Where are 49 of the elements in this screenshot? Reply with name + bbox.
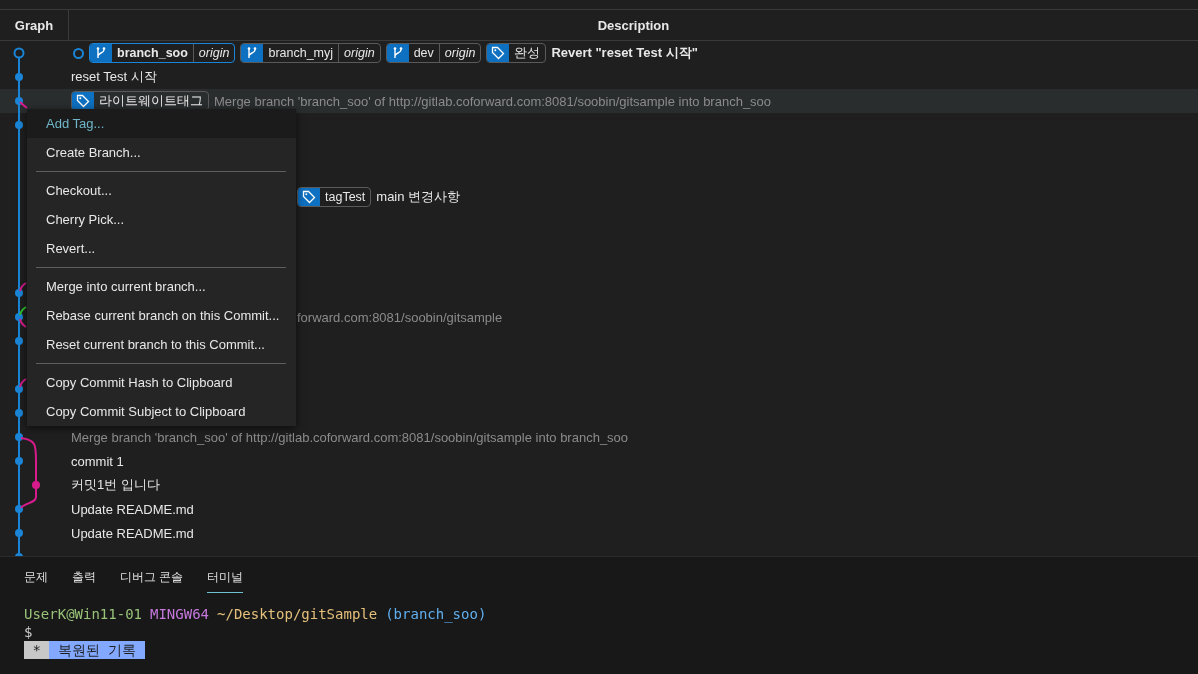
menu-item[interactable]: Merge into current branch... [27,272,296,301]
commit-message: Update README.md [71,525,194,541]
terminal-text: $ [24,623,33,641]
commit-message: Merge branch 'branch_soo' of http://gitlab.coforward.com:8081/soobin/gitsample into branch_soo [71,429,629,445]
branch-icon [94,46,108,60]
menu-item[interactable]: Create Branch... [27,138,296,167]
menu-item[interactable]: Revert... [27,234,296,263]
ref-label[interactable]: branch_myj origin [240,43,381,63]
terminal-text: ~/Desktop/gitSample [217,605,378,623]
terminal-text: 복원된 기록 [49,641,145,659]
branch-line [19,282,27,292]
ref-label[interactable]: 완성 [486,43,547,63]
ref-label[interactable]: tagTest [297,187,372,207]
commit-message: Revert "reset Test 시작" [551,44,698,62]
menu-item[interactable]: Rebase current branch on this Commit... [27,301,296,330]
terminal-text: UserK@Win11-01 [24,605,142,623]
menu-item[interactable]: Copy Commit Subject to Clipboard [27,397,296,426]
menu-item[interactable]: Cherry Pick... [27,205,296,234]
branch-line [19,101,28,109]
tag-icon [76,94,90,108]
branch-line [20,437,37,474]
commit-message: commit 1 [71,453,124,469]
tag-icon [491,46,506,60]
ref-label[interactable]: dev origin [385,43,482,63]
branch-line [20,496,37,509]
terminal-text: (branch_soo) [385,605,487,623]
commit-message: main 변경사항 [376,188,461,206]
panel-tab[interactable]: 문제 [24,567,48,593]
menu-item[interactable]: Checkout... [27,176,296,205]
terminal-text: MINGW64 [150,605,210,623]
menu-item[interactable]: Reset current branch to this Commit... [27,330,296,359]
commit-message: Merge branch 'branch_soo' of http://gitlab.coforward.com:8081/soobin/gitsample into branch_soo [214,93,772,109]
commit-message: Update README.md [71,501,194,517]
column-header[interactable]: Graph [0,10,69,40]
terminal-text: * [24,641,50,659]
panel-tab[interactable]: 터미널 [207,567,244,593]
column-header[interactable]: Description [69,10,1198,40]
branch-line [19,318,27,328]
branch-line [19,306,27,316]
panel-tab[interactable]: 디버그 콘솔 [120,567,184,593]
branch-line [19,378,27,388]
panel-tab[interactable]: 출력 [72,567,96,593]
commit-message: reset Test 시작 [71,68,157,86]
menu-item[interactable]: Copy Commit Hash to Clipboard [27,368,296,397]
commit-message: forward.com:8081/soobin/gitsample [297,309,503,325]
menu-item[interactable]: Add Tag... [27,109,296,138]
tag-icon [302,190,316,204]
commit-message: 커밋1번 입니다 [71,476,160,494]
ref-label[interactable]: branch_soo origin [89,43,236,63]
